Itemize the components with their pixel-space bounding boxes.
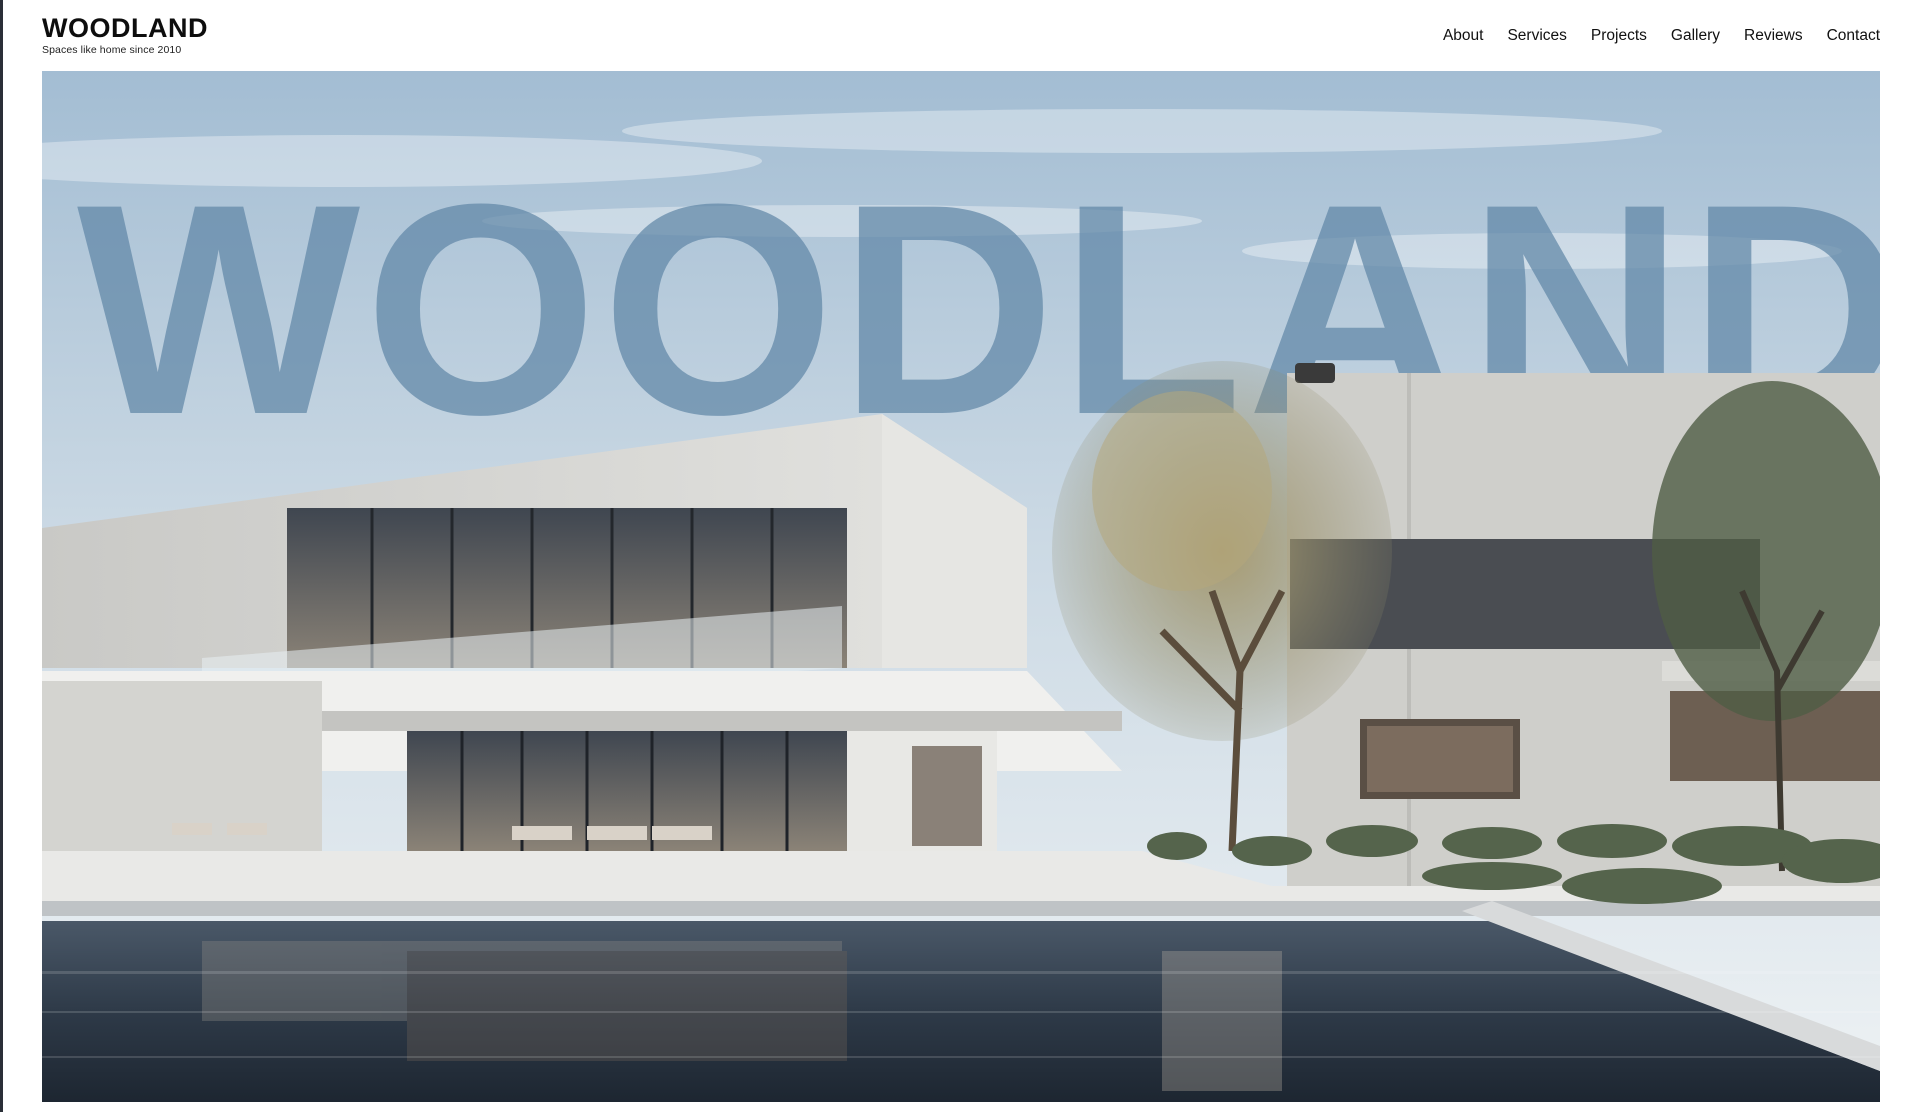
hero-photo: WOODLAND bbox=[42, 71, 1880, 1102]
nav-link-contact[interactable]: Contact bbox=[1827, 26, 1880, 46]
nav-link-reviews[interactable]: Reviews bbox=[1744, 26, 1803, 46]
window-left-edge bbox=[0, 0, 3, 1112]
nav-link-about[interactable]: About bbox=[1443, 26, 1484, 46]
brand-logo[interactable]: WOODLAND Spaces like home since 2010 bbox=[42, 14, 208, 56]
nav-link-services[interactable]: Services bbox=[1507, 26, 1566, 46]
site-header: WOODLAND Spaces like home since 2010 Abo… bbox=[0, 0, 1920, 71]
nav-link-projects[interactable]: Projects bbox=[1591, 26, 1647, 46]
brand-name: WOODLAND bbox=[42, 13, 208, 43]
nav-link-gallery[interactable]: Gallery bbox=[1671, 26, 1720, 46]
main-nav: About Services Projects Gallery Reviews … bbox=[1443, 26, 1880, 46]
hero-image: WOODLAND bbox=[42, 71, 1880, 1102]
brand-tagline: Spaces like home since 2010 bbox=[42, 44, 182, 56]
